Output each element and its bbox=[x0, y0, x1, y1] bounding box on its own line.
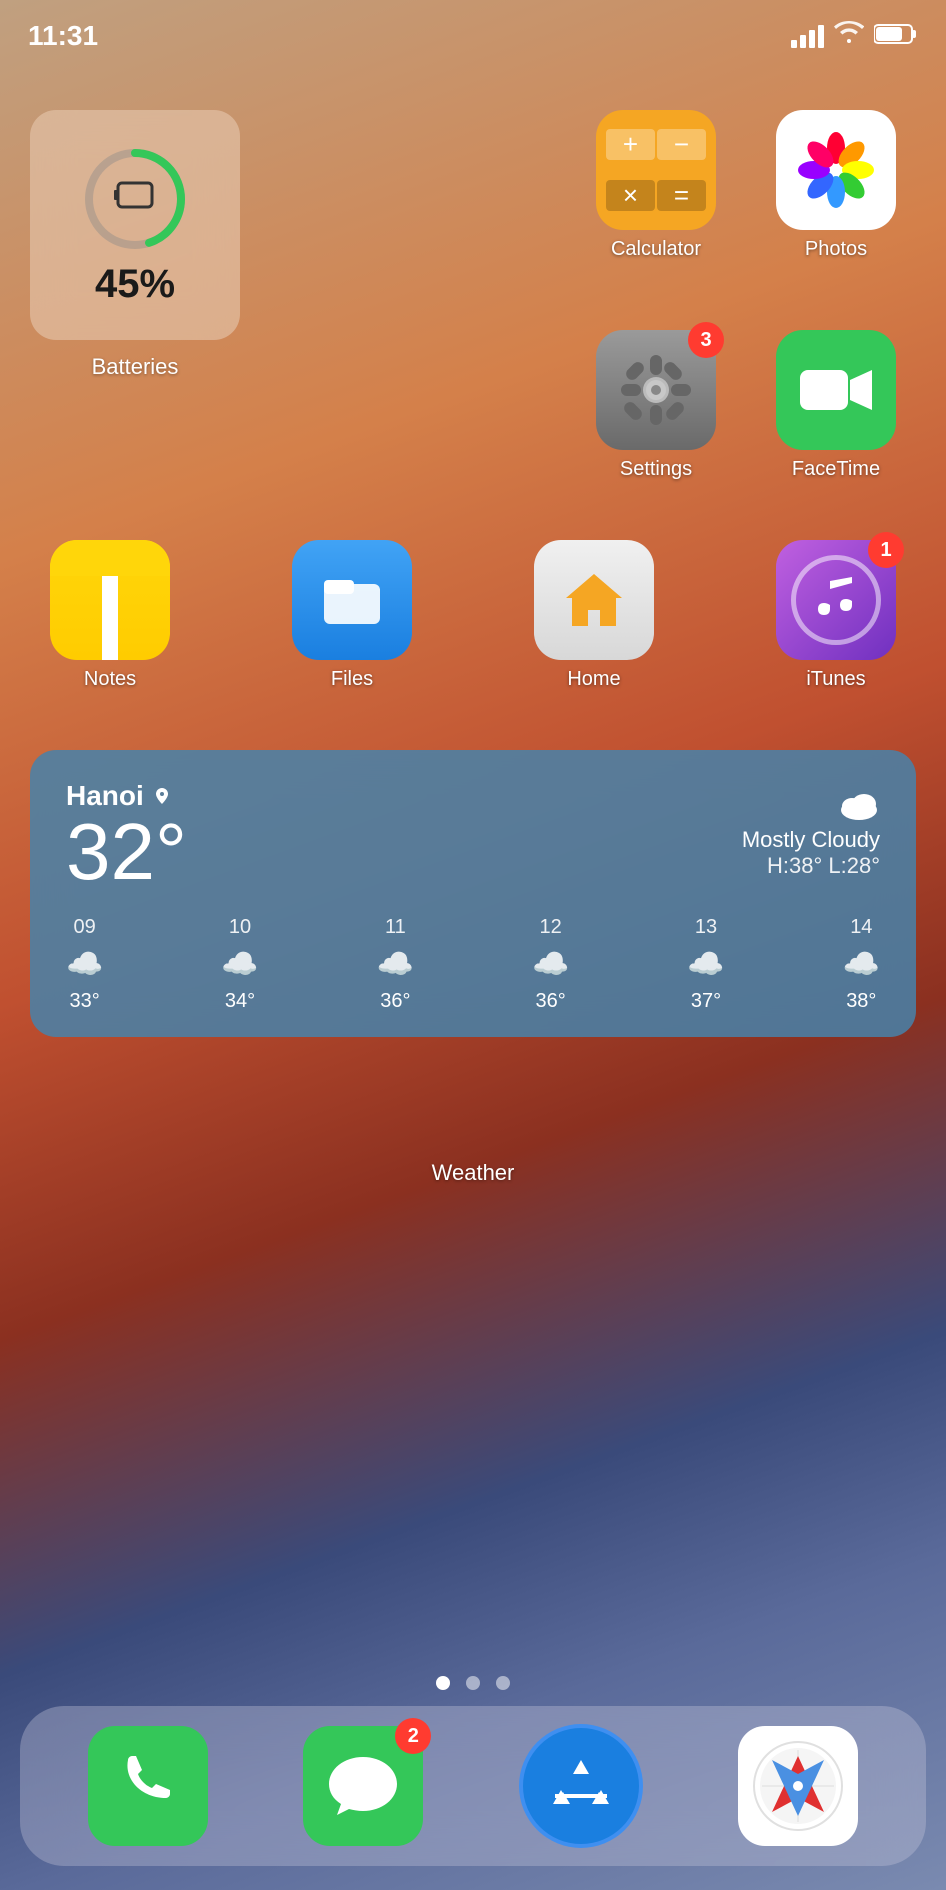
cloud-icon-09: ☁️ bbox=[66, 947, 103, 982]
weather-hour-12: 12 ☁️ 36° bbox=[532, 916, 569, 1013]
photos-app[interactable]: Photos bbox=[756, 110, 916, 261]
facetime-app[interactable]: FaceTime bbox=[756, 330, 916, 481]
home-icon bbox=[534, 540, 654, 660]
cloud-icon-10: ☁️ bbox=[221, 947, 258, 982]
app-row-3: Notes Files Home bbox=[30, 540, 916, 691]
cloud-icon-13: ☁️ bbox=[687, 947, 724, 982]
battery-phone-icon bbox=[119, 174, 151, 224]
settings-app[interactable]: 3 Settings bbox=[576, 330, 736, 481]
photos-icon bbox=[776, 110, 896, 230]
batteries-widget[interactable]: 45% Batteries bbox=[30, 110, 240, 340]
cloud-icon-12: ☁️ bbox=[532, 947, 569, 982]
safari-dock-item[interactable] bbox=[738, 1726, 858, 1846]
appstore-icon bbox=[519, 1724, 643, 1848]
weather-condition: Mostly Cloudy bbox=[742, 827, 880, 853]
files-app[interactable]: Files bbox=[272, 540, 432, 691]
itunes-label: iTunes bbox=[806, 668, 865, 691]
calculator-icon: + − × = bbox=[596, 110, 716, 230]
app-row-2: 3 Settings FaceTime bbox=[576, 330, 916, 481]
page-dot-2 bbox=[466, 1676, 480, 1690]
signal-bars-icon bbox=[791, 25, 824, 48]
messages-badge: 2 bbox=[395, 1718, 431, 1754]
dock: 2 bbox=[20, 1706, 926, 1866]
status-time: 11:31 bbox=[28, 20, 98, 52]
settings-label: Settings bbox=[620, 458, 692, 481]
calculator-app[interactable]: + − × = Calculator bbox=[576, 110, 736, 261]
weather-hour-14: 14 ☁️ 38° bbox=[843, 916, 880, 1013]
notes-label: Notes bbox=[84, 668, 136, 691]
itunes-app[interactable]: 1 iTunes bbox=[756, 540, 916, 691]
home-app[interactable]: Home bbox=[514, 540, 674, 691]
page-dot-3 bbox=[496, 1676, 510, 1690]
messages-dock-item[interactable]: 2 bbox=[303, 1726, 423, 1846]
itunes-badge: 1 bbox=[868, 532, 904, 568]
weather-widget-label: Weather bbox=[0, 1160, 946, 1186]
weather-hour-09: 09 ☁️ 33° bbox=[66, 916, 103, 1013]
weather-widget[interactable]: Hanoi 32° Mostly Cloudy H:38° L:28° 09 ☁… bbox=[30, 750, 916, 1037]
weather-hour-13: 13 ☁️ 37° bbox=[687, 916, 724, 1013]
notes-icon bbox=[50, 540, 170, 660]
appstore-dock-item[interactable] bbox=[519, 1724, 643, 1848]
home-label: Home bbox=[567, 668, 620, 691]
battery-percent: 45% bbox=[95, 262, 175, 307]
notes-app[interactable]: Notes bbox=[30, 540, 190, 691]
files-label: Files bbox=[331, 668, 373, 691]
page-dot-1 bbox=[436, 1676, 450, 1690]
weather-cloud-large-icon bbox=[838, 788, 880, 822]
files-icon bbox=[292, 540, 412, 660]
cloud-icon-11: ☁️ bbox=[377, 947, 414, 982]
battery-status-icon bbox=[874, 20, 918, 52]
cloud-icon-14: ☁️ bbox=[843, 947, 880, 982]
facetime-label: FaceTime bbox=[792, 458, 880, 481]
settings-badge: 3 bbox=[688, 322, 724, 358]
weather-hour-10: 10 ☁️ 34° bbox=[221, 916, 258, 1013]
phone-icon bbox=[88, 1726, 208, 1846]
photos-label: Photos bbox=[805, 238, 867, 261]
app-row-1: + − × = Calculator bbox=[576, 110, 916, 261]
location-icon bbox=[152, 786, 172, 806]
status-bar: 11:31 bbox=[0, 0, 946, 60]
weather-hour-11: 11 ☁️ 36° bbox=[377, 916, 414, 1013]
weather-temperature: 32° bbox=[66, 812, 187, 892]
page-dots bbox=[0, 1676, 946, 1690]
weather-hl: H:38° L:28° bbox=[742, 853, 880, 879]
facetime-icon bbox=[776, 330, 896, 450]
safari-icon bbox=[738, 1726, 858, 1846]
batteries-label: Batteries bbox=[92, 354, 179, 380]
weather-hourly-forecast: 09 ☁️ 33° 10 ☁️ 34° 11 ☁️ 36° 12 ☁️ 36° … bbox=[66, 916, 880, 1013]
phone-dock-item[interactable] bbox=[88, 1726, 208, 1846]
battery-circle bbox=[80, 144, 190, 254]
wifi-icon bbox=[834, 20, 864, 52]
calculator-label: Calculator bbox=[611, 238, 701, 261]
